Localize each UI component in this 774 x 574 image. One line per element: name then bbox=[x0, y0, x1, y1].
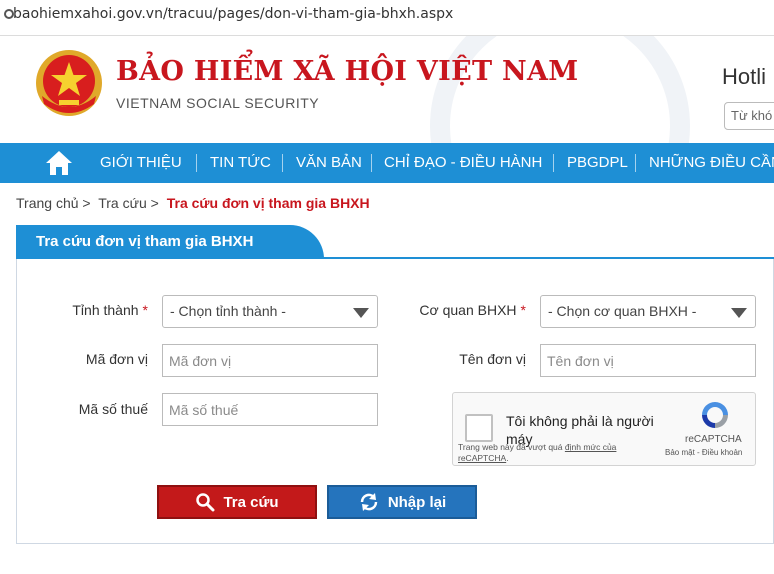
recaptcha-quota-note: Trang web này đã vượt quá định mức của r… bbox=[458, 442, 638, 464]
unit-name-label: Tên đơn vị bbox=[459, 351, 526, 367]
agency-label: Cơ quan BHXH * bbox=[400, 302, 526, 318]
address-url[interactable]: baohiemxahoi.gov.vn/tracuu/pages/don-vi-… bbox=[13, 6, 453, 22]
panel-title: Tra cứu đơn vị tham gia BHXH bbox=[36, 233, 254, 250]
province-label: Tỉnh thành * bbox=[40, 302, 148, 318]
breadcrumb-lookup[interactable]: Tra cứu > bbox=[98, 195, 159, 211]
province-select[interactable]: - Chọn tỉnh thành - bbox=[162, 295, 378, 328]
tax-code-label: Mã số thuế bbox=[78, 401, 148, 417]
reset-button-label: Nhập lại bbox=[387, 493, 447, 511]
hotline-label: Hotli bbox=[722, 64, 767, 89]
nav-item-tin-tuc[interactable]: TIN TỨC bbox=[210, 143, 271, 183]
nav-divider bbox=[196, 154, 197, 172]
nav-divider bbox=[371, 154, 372, 172]
required-mark: * bbox=[520, 302, 526, 318]
breadcrumb-home[interactable]: Trang chủ > bbox=[16, 195, 91, 211]
breadcrumb-current: Tra cứu đơn vị tham gia BHXH bbox=[166, 195, 370, 211]
header-watermark bbox=[430, 36, 690, 143]
browser-address-bar[interactable]: baohiemxahoi.gov.vn/tracuu/pages/don-vi-… bbox=[0, 0, 774, 36]
national-emblem-icon[interactable] bbox=[34, 48, 104, 118]
site-header: BẢO HIỂM XÃ HỘI VIỆT NAM VIETNAM SOCIAL … bbox=[0, 36, 774, 143]
breadcrumb: Trang chủ > Tra cứu > Tra cứu đơn vị tha… bbox=[16, 195, 374, 211]
reset-button[interactable]: Nhập lại bbox=[327, 485, 477, 519]
recaptcha-checkbox[interactable] bbox=[465, 414, 493, 442]
tax-code-input[interactable] bbox=[162, 393, 378, 426]
agency-label-text: Cơ quan BHXH bbox=[419, 302, 517, 318]
nav-item-van-ban[interactable]: VĂN BẢN bbox=[296, 143, 362, 183]
required-mark: * bbox=[142, 302, 148, 318]
nav-item-pbgdpl[interactable]: PBGDPL bbox=[567, 143, 628, 183]
province-label-text: Tỉnh thành bbox=[72, 302, 139, 318]
home-icon[interactable] bbox=[44, 149, 74, 177]
recaptcha-note-text: Trang web này đã vượt quá bbox=[458, 442, 563, 452]
refresh-icon bbox=[360, 493, 378, 511]
chevron-down-icon bbox=[731, 308, 747, 318]
unit-code-input[interactable] bbox=[162, 344, 378, 377]
panel-tab: Tra cứu đơn vị tham gia BHXH bbox=[16, 225, 324, 259]
nav-divider bbox=[282, 154, 283, 172]
site-title: BẢO HIỂM XÃ HỘI VIỆT NAM bbox=[116, 56, 579, 87]
site-subtitle: VIETNAM SOCIAL SECURITY bbox=[116, 95, 320, 111]
search-icon bbox=[196, 493, 215, 512]
chevron-down-icon bbox=[353, 308, 369, 318]
agency-select-value: - Chọn cơ quan BHXH - bbox=[548, 303, 697, 319]
header-search-input[interactable]: Từ khó bbox=[724, 102, 774, 130]
recaptcha-logo-icon bbox=[702, 402, 728, 428]
search-button-label: Tra cứu bbox=[223, 493, 279, 511]
unit-code-label: Mã đơn vị bbox=[85, 351, 148, 367]
unit-name-input[interactable] bbox=[540, 344, 756, 377]
agency-select[interactable]: - Chọn cơ quan BHXH - bbox=[540, 295, 756, 328]
nav-item-gioi-thieu[interactable]: GIỚI THIỆU bbox=[100, 143, 182, 183]
recaptcha-note-end: . bbox=[506, 453, 509, 463]
province-select-value: - Chọn tỉnh thành - bbox=[170, 303, 286, 319]
main-nav: GIỚI THIỆU TIN TỨC VĂN BẢN CHỈ ĐẠO - ĐIỀ… bbox=[0, 143, 774, 183]
recaptcha-brand: reCAPTCHA bbox=[685, 434, 742, 445]
nav-item-chi-dao-dieu-hanh[interactable]: CHỈ ĐẠO - ĐIỀU HÀNH bbox=[384, 143, 542, 183]
search-button[interactable]: Tra cứu bbox=[157, 485, 317, 519]
nav-item-nhung-dieu-can[interactable]: NHỮNG ĐIỀU CẦN bbox=[649, 143, 774, 183]
nav-divider bbox=[553, 154, 554, 172]
nav-divider bbox=[635, 154, 636, 172]
recaptcha-terms[interactable]: Bảo mật - Điều khoản bbox=[665, 448, 742, 457]
recaptcha-widget: Tôi không phải là người máy reCAPTCHA Bả… bbox=[452, 392, 756, 466]
